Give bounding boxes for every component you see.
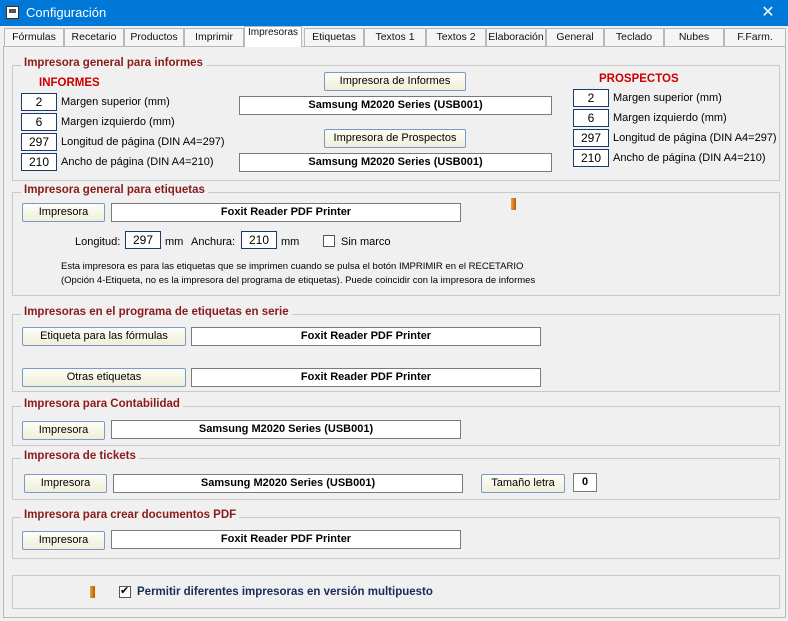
heading-prospectos: PROSPECTOS xyxy=(599,73,679,85)
group-multipuesto: Permitir diferentes impresoras en versió… xyxy=(12,575,780,609)
prospectos-ancho-label: Ancho de página (DIN A4=210) xyxy=(613,152,766,164)
group-title-etiquetas: Impresora general para etiquetas xyxy=(21,184,208,196)
tab-formulas[interactable]: Fórmulas xyxy=(4,28,64,46)
informes-margen-izquierdo-label: Margen izquierdo (mm) xyxy=(61,116,175,128)
group-etiquetas-serie: Impresoras en el programa de etiquetas e… xyxy=(12,306,780,392)
anchura-unit: mm xyxy=(281,236,300,248)
tickets-printer-field: Samsung M2020 Series (USB001) xyxy=(113,474,463,493)
tab-general[interactable]: General xyxy=(546,28,604,46)
prospectos-longitud-input[interactable]: 297 xyxy=(573,129,609,147)
pdf-printer-field: Foxit Reader PDF Printer xyxy=(111,530,461,549)
etiquetas-note-line2: (Opción 4-Etiqueta, no es la impresora d… xyxy=(61,275,536,286)
etiqueta-formulas-button[interactable]: Etiqueta para las fórmulas xyxy=(22,327,186,346)
tab-productos[interactable]: Productos xyxy=(124,28,184,46)
sin-marco-checkbox[interactable] xyxy=(323,235,335,247)
longitud-label: Longitud: xyxy=(75,236,121,248)
group-title-contabilidad: Impresora para Contabilidad xyxy=(21,398,183,410)
group-title-informes: Impresora general para informes xyxy=(21,57,206,69)
longitud-input[interactable]: 297 xyxy=(125,231,161,249)
tamano-letra-value[interactable]: 0 xyxy=(573,473,597,492)
tab-etiquetas[interactable]: Etiquetas xyxy=(304,28,364,46)
tab-textos-2[interactable]: Textos 2 xyxy=(426,28,486,46)
group-title-pdf: Impresora para crear documentos PDF xyxy=(21,509,240,521)
etiquetas-impresora-button[interactable]: Impresora xyxy=(22,203,105,222)
prospectos-margen-izquierdo-input[interactable]: 6 xyxy=(573,109,609,127)
multipuesto-label: Permitir diferentes impresoras en versió… xyxy=(137,586,433,598)
prospectos-margen-superior-label: Margen superior (mm) xyxy=(613,92,722,104)
anchura-label: Anchura: xyxy=(191,236,236,248)
informes-ancho-input[interactable]: 210 xyxy=(21,153,57,171)
prospectos-longitud-label: Longitud de página (DIN A4=297) xyxy=(613,132,777,144)
tab-teclado[interactable]: Teclado xyxy=(604,28,664,46)
marker-icon xyxy=(511,198,516,210)
informes-margen-izquierdo-input[interactable]: 6 xyxy=(21,113,57,131)
contabilidad-printer-field: Samsung M2020 Series (USB001) xyxy=(111,420,461,439)
group-title-tickets: Impresora de tickets xyxy=(21,450,139,462)
anchura-input[interactable]: 210 xyxy=(241,231,277,249)
tab-textos-1[interactable]: Textos 1 xyxy=(364,28,426,46)
formulas-printer-field: Foxit Reader PDF Printer xyxy=(191,327,541,346)
etiquetas-note-line1: Esta impresora es para las etiquetas que… xyxy=(61,261,524,272)
title-bar: Configuración ✕ xyxy=(0,0,788,26)
tab-ffarm[interactable]: F.Farm. xyxy=(724,28,786,46)
prospectos-margen-superior-input[interactable]: 2 xyxy=(573,89,609,107)
close-icon[interactable]: ✕ xyxy=(748,0,788,26)
informes-ancho-label: Ancho de página (DIN A4=210) xyxy=(61,156,214,168)
informes-longitud-input[interactable]: 297 xyxy=(21,133,57,151)
longitud-unit: mm xyxy=(165,236,184,248)
tab-content-impresoras: Impresora general para informes INFORMES… xyxy=(3,46,786,618)
tab-imprimir[interactable]: Imprimir xyxy=(184,28,244,46)
impresora-informes-button[interactable]: Impresora de Informes xyxy=(324,72,466,91)
tickets-impresora-button[interactable]: Impresora xyxy=(24,474,107,493)
contabilidad-impresora-button[interactable]: Impresora xyxy=(22,421,105,440)
multipuesto-checkbox[interactable] xyxy=(119,584,131,598)
etiquetas-printer-field: Foxit Reader PDF Printer xyxy=(111,203,461,222)
group-title-serie: Impresoras en el programa de etiquetas e… xyxy=(21,306,292,318)
group-pdf: Impresora para crear documentos PDF Impr… xyxy=(12,509,780,559)
prospectos-margen-izquierdo-label: Margen izquierdo (mm) xyxy=(613,112,727,124)
group-etiquetas: Impresora general para etiquetas Impreso… xyxy=(12,184,780,296)
prospectos-ancho-input[interactable]: 210 xyxy=(573,149,609,167)
tab-nubes[interactable]: Nubes xyxy=(664,28,724,46)
group-informes: Impresora general para informes INFORMES… xyxy=(12,57,780,181)
tab-impresoras[interactable]: Impresoras xyxy=(244,26,302,47)
tab-strip: Fórmulas Recetario Productos Imprimir Im… xyxy=(0,26,788,47)
informes-printer-field: Samsung M2020 Series (USB001) xyxy=(239,96,552,115)
sin-marco-label: Sin marco xyxy=(341,236,391,248)
informes-margen-superior-label: Margen superior (mm) xyxy=(61,96,170,108)
informes-longitud-label: Longitud de página (DIN A4=297) xyxy=(61,136,225,148)
heading-informes: INFORMES xyxy=(39,77,100,89)
impresora-prospectos-button[interactable]: Impresora de Prospectos xyxy=(324,129,466,148)
informes-margen-superior-input[interactable]: 2 xyxy=(21,93,57,111)
pdf-impresora-button[interactable]: Impresora xyxy=(22,531,105,550)
group-contabilidad: Impresora para Contabilidad Impresora Sa… xyxy=(12,398,780,446)
prospectos-printer-field: Samsung M2020 Series (USB001) xyxy=(239,153,552,172)
tamano-letra-button[interactable]: Tamaño letra xyxy=(481,474,565,493)
tab-elaboracion[interactable]: Elaboración xyxy=(486,28,546,46)
group-tickets: Impresora de tickets Impresora Samsung M… xyxy=(12,450,780,500)
tab-recetario[interactable]: Recetario xyxy=(64,28,124,46)
window-title: Configuración xyxy=(26,5,107,20)
otras-etiquetas-button[interactable]: Otras etiquetas xyxy=(22,368,186,387)
app-icon xyxy=(6,6,19,19)
otras-printer-field: Foxit Reader PDF Printer xyxy=(191,368,541,387)
marker-icon xyxy=(90,586,95,598)
